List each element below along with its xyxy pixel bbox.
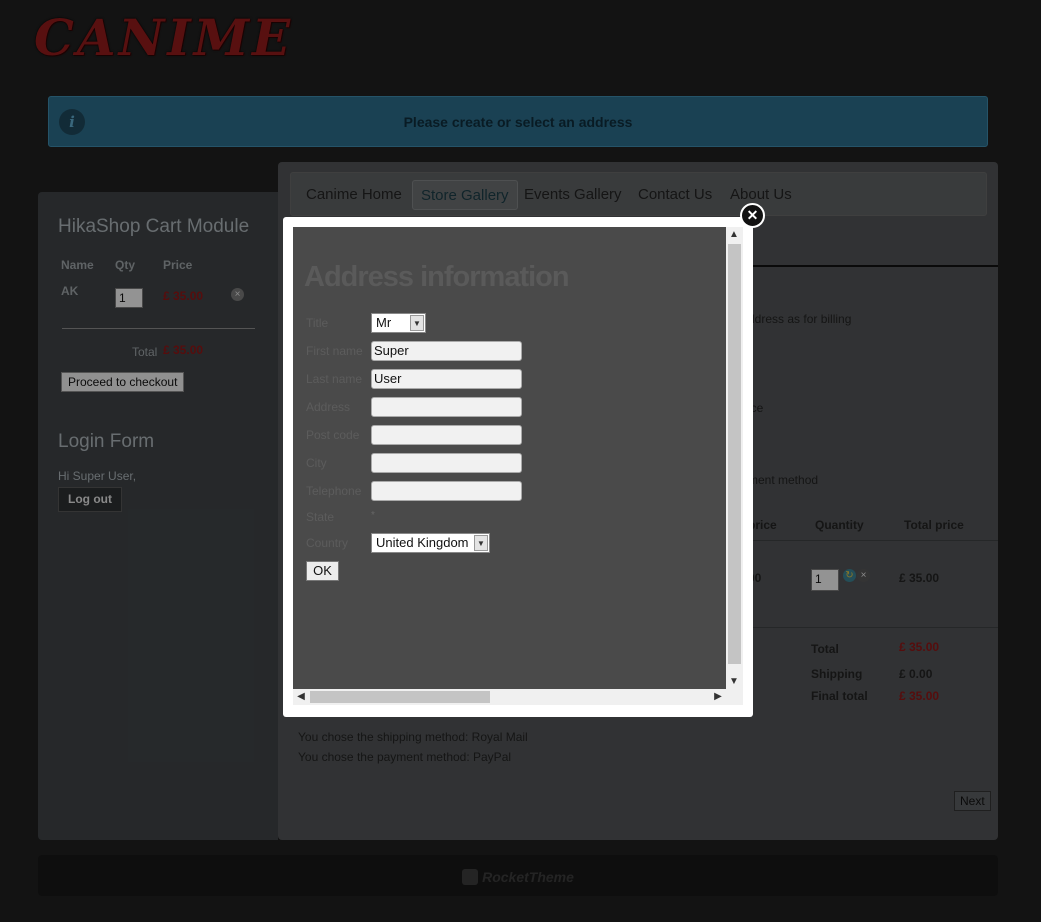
vertical-scroll-thumb[interactable] [728, 244, 741, 664]
address-input[interactable] [371, 397, 522, 417]
title-label: Title [306, 316, 329, 330]
scrollbar-corner [726, 689, 743, 705]
vertical-scrollbar[interactable]: ▲ ▼ [726, 227, 743, 689]
first-name-label: First name [306, 344, 363, 358]
country-label: Country [306, 536, 349, 550]
scroll-up-icon[interactable]: ▲ [727, 229, 741, 240]
first-name-input[interactable]: Super [371, 341, 522, 361]
state-label: State [306, 510, 335, 524]
required-mark: * [371, 510, 375, 521]
post-code-input[interactable] [371, 425, 522, 445]
address-label: Address [306, 400, 351, 414]
scroll-down-icon[interactable]: ▼ [727, 676, 741, 687]
chevron-down-icon: ▼ [410, 315, 424, 331]
last-name-input[interactable]: User [371, 369, 522, 389]
ok-button[interactable]: OK [306, 561, 339, 581]
title-select-value: Mr [376, 315, 392, 330]
chevron-down-icon: ▼ [474, 535, 488, 551]
address-form: Address information Title Mr ▼ First nam… [293, 227, 726, 689]
address-modal: Address information Title Mr ▼ First nam… [283, 217, 753, 717]
post-code-label: Post code [306, 428, 360, 442]
city-input[interactable] [371, 453, 522, 473]
title-select[interactable]: Mr ▼ [371, 313, 426, 333]
address-form-title: Address information [304, 261, 570, 293]
telephone-input[interactable] [371, 481, 522, 501]
city-label: City [306, 456, 327, 470]
horizontal-scroll-thumb[interactable] [310, 691, 490, 703]
telephone-label: Telephone [306, 484, 362, 498]
scroll-right-icon[interactable]: ▶ [711, 691, 725, 702]
country-select-value: United Kingdom [376, 535, 469, 550]
close-icon[interactable]: ✕ [740, 203, 765, 228]
scroll-left-icon[interactable]: ◀ [294, 691, 308, 702]
country-select[interactable]: United Kingdom ▼ [371, 533, 490, 553]
horizontal-scrollbar[interactable]: ◀ ▶ [293, 689, 726, 705]
address-frame: Address information Title Mr ▼ First nam… [293, 227, 743, 705]
last-name-label: Last name [306, 372, 363, 386]
